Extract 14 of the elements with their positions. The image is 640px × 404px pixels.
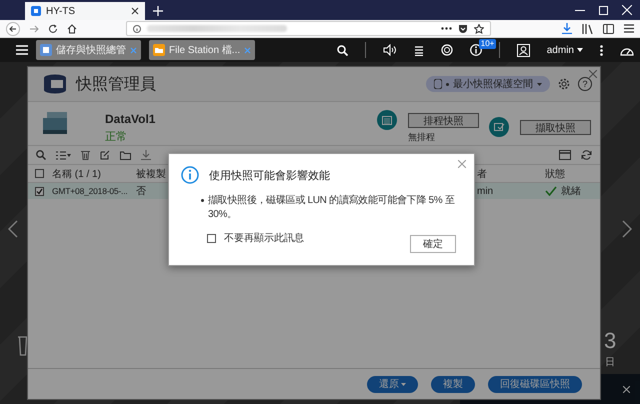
notification-badge: 10+: [478, 39, 496, 49]
table-cell-text: min: [476, 186, 494, 196]
dialog-title: 使用快照可能會影響效能: [209, 168, 330, 182]
schedule-note: 無排程: [408, 131, 436, 144]
table-cell-text: GMT+08_2018-05-...: [51, 186, 129, 196]
dialog-message: 擷取快照後，磁碟區或 LUN 的讀寫效能可能會下降 5% 至 30%。: [208, 194, 456, 221]
table-cell-text: 否: [135, 185, 147, 198]
volume-name: DataVol1: [105, 112, 156, 126]
table-cell-text: 就緒: [561, 184, 581, 198]
window-title: 快照管理員: [76, 74, 156, 94]
checkbox-label: 不要再顯示此訊息: [224, 232, 304, 245]
clock-weekday: 日: [605, 356, 615, 369]
clock-digit: 3: [604, 330, 616, 352]
volume-status: 正常: [105, 130, 128, 144]
